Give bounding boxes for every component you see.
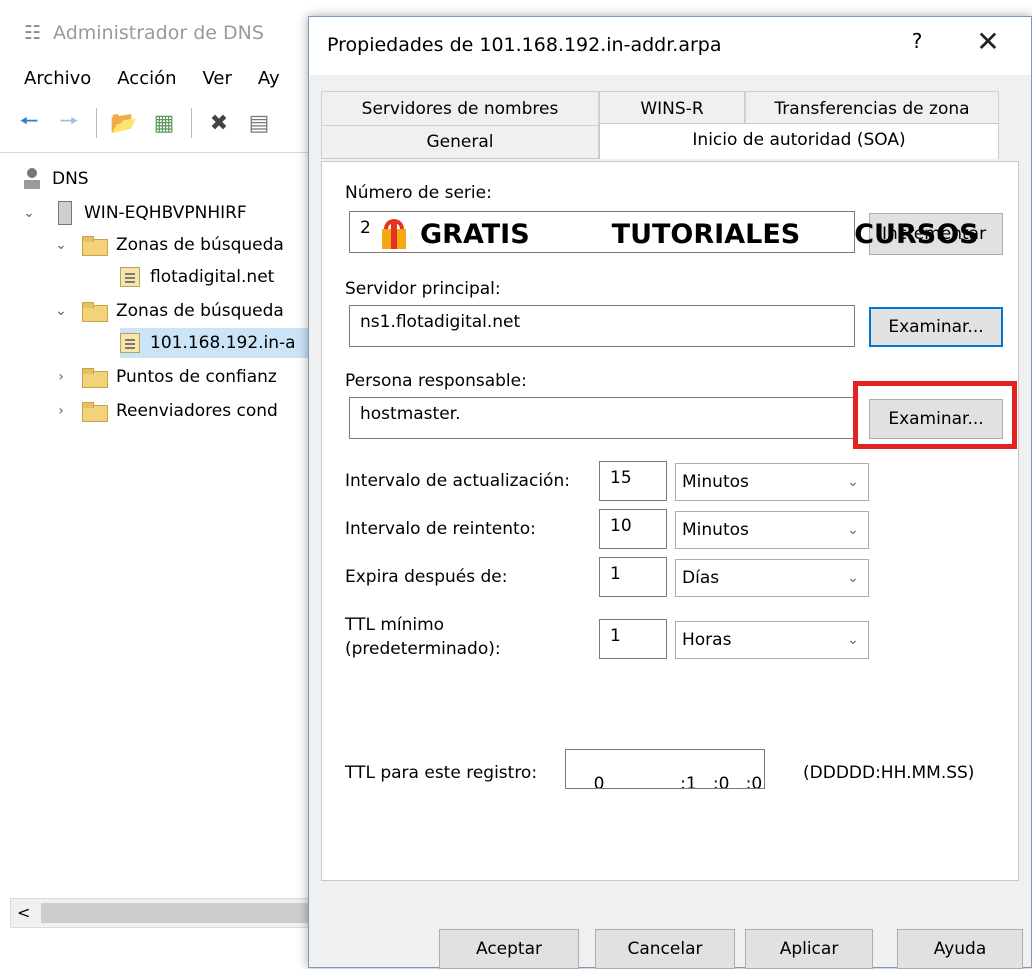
horizontal-scrollbar[interactable]: < — [10, 898, 321, 928]
chevron-right-icon[interactable]: › — [50, 403, 72, 419]
properties-dialog: Propiedades de 101.168.192.in-addr.arpa … — [308, 16, 1032, 969]
chevron-right-icon[interactable]: › — [50, 369, 72, 385]
apply-button[interactable]: Aplicar — [745, 929, 873, 969]
tree-item-forward-zones[interactable]: ⌄ Zonas de búsqueda — [50, 230, 284, 260]
tree-item-trust-points[interactable]: › Puntos de confianz — [50, 362, 277, 392]
retry-interval-unit-select[interactable]: Minutos ⌄ — [675, 511, 869, 549]
toolbar-separator — [191, 108, 192, 138]
tab-soa[interactable]: Inicio de autoridad (SOA) — [599, 123, 999, 159]
tab-wins-r[interactable]: WINS-R — [599, 91, 745, 125]
menu-ver[interactable]: Ver — [189, 58, 244, 98]
overlay-tutoriales[interactable]: TUTORIALES — [612, 219, 801, 250]
chevron-down-icon: ⌄ — [847, 632, 859, 648]
record-ttl-label: TTL para este registro: — [345, 763, 538, 783]
browse-responsible-button[interactable]: Examinar... — [869, 399, 1003, 439]
overlay-cursos[interactable]: CURSOS — [854, 219, 978, 250]
promo-overlay: GRATIS TUTORIALES CURSOS — [382, 212, 979, 256]
expires-after-input[interactable]: 1 — [599, 557, 667, 597]
tree-item-conditional-forwarders[interactable]: › Reenviadores cond — [50, 396, 278, 426]
server-icon — [58, 201, 72, 225]
zone-file-icon — [120, 333, 140, 353]
overlay-gratis[interactable]: GRATIS — [420, 219, 530, 250]
retry-interval-label: Intervalo de reintento: — [345, 519, 536, 539]
up-folder-icon[interactable]: 📂 — [109, 108, 139, 138]
forward-arrow-icon[interactable]: 🠖 — [54, 108, 84, 138]
primary-server-label: Servidor principal: — [345, 279, 501, 299]
window-title: ☷ Administrador de DNS — [24, 22, 264, 44]
folder-icon — [82, 368, 108, 388]
tab-name-servers[interactable]: Servidores de nombres — [321, 91, 599, 125]
expires-after-unit-select[interactable]: Días ⌄ — [675, 559, 869, 597]
close-icon[interactable]: ✕ — [973, 25, 1003, 58]
folder-icon — [82, 302, 108, 322]
primary-server-input[interactable]: ns1.flotadigital.net — [349, 305, 855, 347]
dns-icon — [22, 168, 42, 190]
dialog-titlebar: Propiedades de 101.168.192.in-addr.arpa … — [309, 17, 1031, 75]
serial-label: Número de serie: — [345, 183, 492, 203]
responsible-label: Persona responsable: — [345, 371, 527, 391]
help-icon[interactable]: ? — [905, 29, 929, 53]
cancel-button[interactable]: Cancelar — [595, 929, 735, 969]
ok-button[interactable]: Aceptar — [439, 929, 579, 969]
tree-item-reverse-zones[interactable]: ⌄ Zonas de búsqueda — [50, 296, 284, 326]
minimum-ttl-unit-select[interactable]: Horas ⌄ — [675, 621, 869, 659]
tree-item-dns[interactable]: DNS — [22, 164, 89, 194]
tree-item-flotadigital[interactable]: flotadigital.net — [120, 262, 274, 292]
tree-item-server[interactable]: ⌄ WIN-EQHBVPNHIRF — [18, 198, 247, 228]
tab-zone-transfers[interactable]: Transferencias de zona — [745, 91, 999, 125]
browse-primary-button[interactable]: Examinar... — [869, 307, 1003, 347]
refresh-interval-label: Intervalo de actualización: — [345, 471, 570, 491]
minimum-ttl-input[interactable]: 1 — [599, 619, 667, 659]
dialog-title: Propiedades de 101.168.192.in-addr.arpa — [327, 34, 722, 56]
toolbar-separator — [96, 108, 97, 138]
record-ttl-input[interactable]: 0 :1 :0 :0 — [565, 749, 765, 789]
menu-bar: Archivo Acción Ver Ay — [0, 58, 292, 98]
menu-archivo[interactable]: Archivo — [0, 58, 103, 98]
chevron-down-icon: ⌄ — [847, 474, 859, 490]
refresh-interval-unit-select[interactable]: Minutos ⌄ — [675, 463, 869, 501]
show-hide-tree-icon[interactable]: ▦ — [149, 108, 179, 138]
folder-icon — [82, 236, 108, 256]
expires-after-label: Expira después de: — [345, 567, 508, 587]
chevron-down-icon[interactable]: ⌄ — [50, 303, 72, 319]
responsible-input[interactable]: hostmaster. — [349, 397, 855, 439]
dns-manager-icon: ☷ — [24, 22, 42, 44]
scroll-left-icon[interactable]: < — [17, 903, 30, 922]
folder-icon — [82, 402, 108, 422]
scroll-thumb[interactable] — [41, 903, 321, 923]
tree-item-reverse-zone[interactable]: 101.168.192.in-a — [120, 328, 320, 358]
tab-general[interactable]: General — [321, 125, 599, 159]
menu-ayuda[interactable]: Ay — [244, 58, 292, 98]
gift-icon — [382, 219, 406, 249]
chevron-down-icon: ⌄ — [847, 570, 859, 586]
chevron-down-icon[interactable]: ⌄ — [50, 237, 72, 253]
chevron-down-icon[interactable]: ⌄ — [18, 205, 40, 221]
zone-file-icon — [120, 267, 140, 287]
delete-icon[interactable]: ✖ — [204, 108, 234, 138]
chevron-down-icon: ⌄ — [847, 522, 859, 538]
toolbar: 🠔 🠖 📂 ▦ ✖ ▤ — [14, 108, 274, 138]
properties-icon[interactable]: ▤ — [244, 108, 274, 138]
ttl-format-hint: (DDDDD:HH.MM.SS) — [803, 763, 975, 783]
retry-interval-input[interactable]: 10 — [599, 509, 667, 549]
refresh-interval-input[interactable]: 15 — [599, 461, 667, 501]
menu-accion[interactable]: Acción — [103, 58, 188, 98]
help-button[interactable]: Ayuda — [897, 929, 1023, 969]
toolbar-divider — [0, 152, 330, 153]
minimum-ttl-label: TTL mínimo (predeterminado): — [345, 615, 501, 659]
back-arrow-icon[interactable]: 🠔 — [14, 108, 44, 138]
